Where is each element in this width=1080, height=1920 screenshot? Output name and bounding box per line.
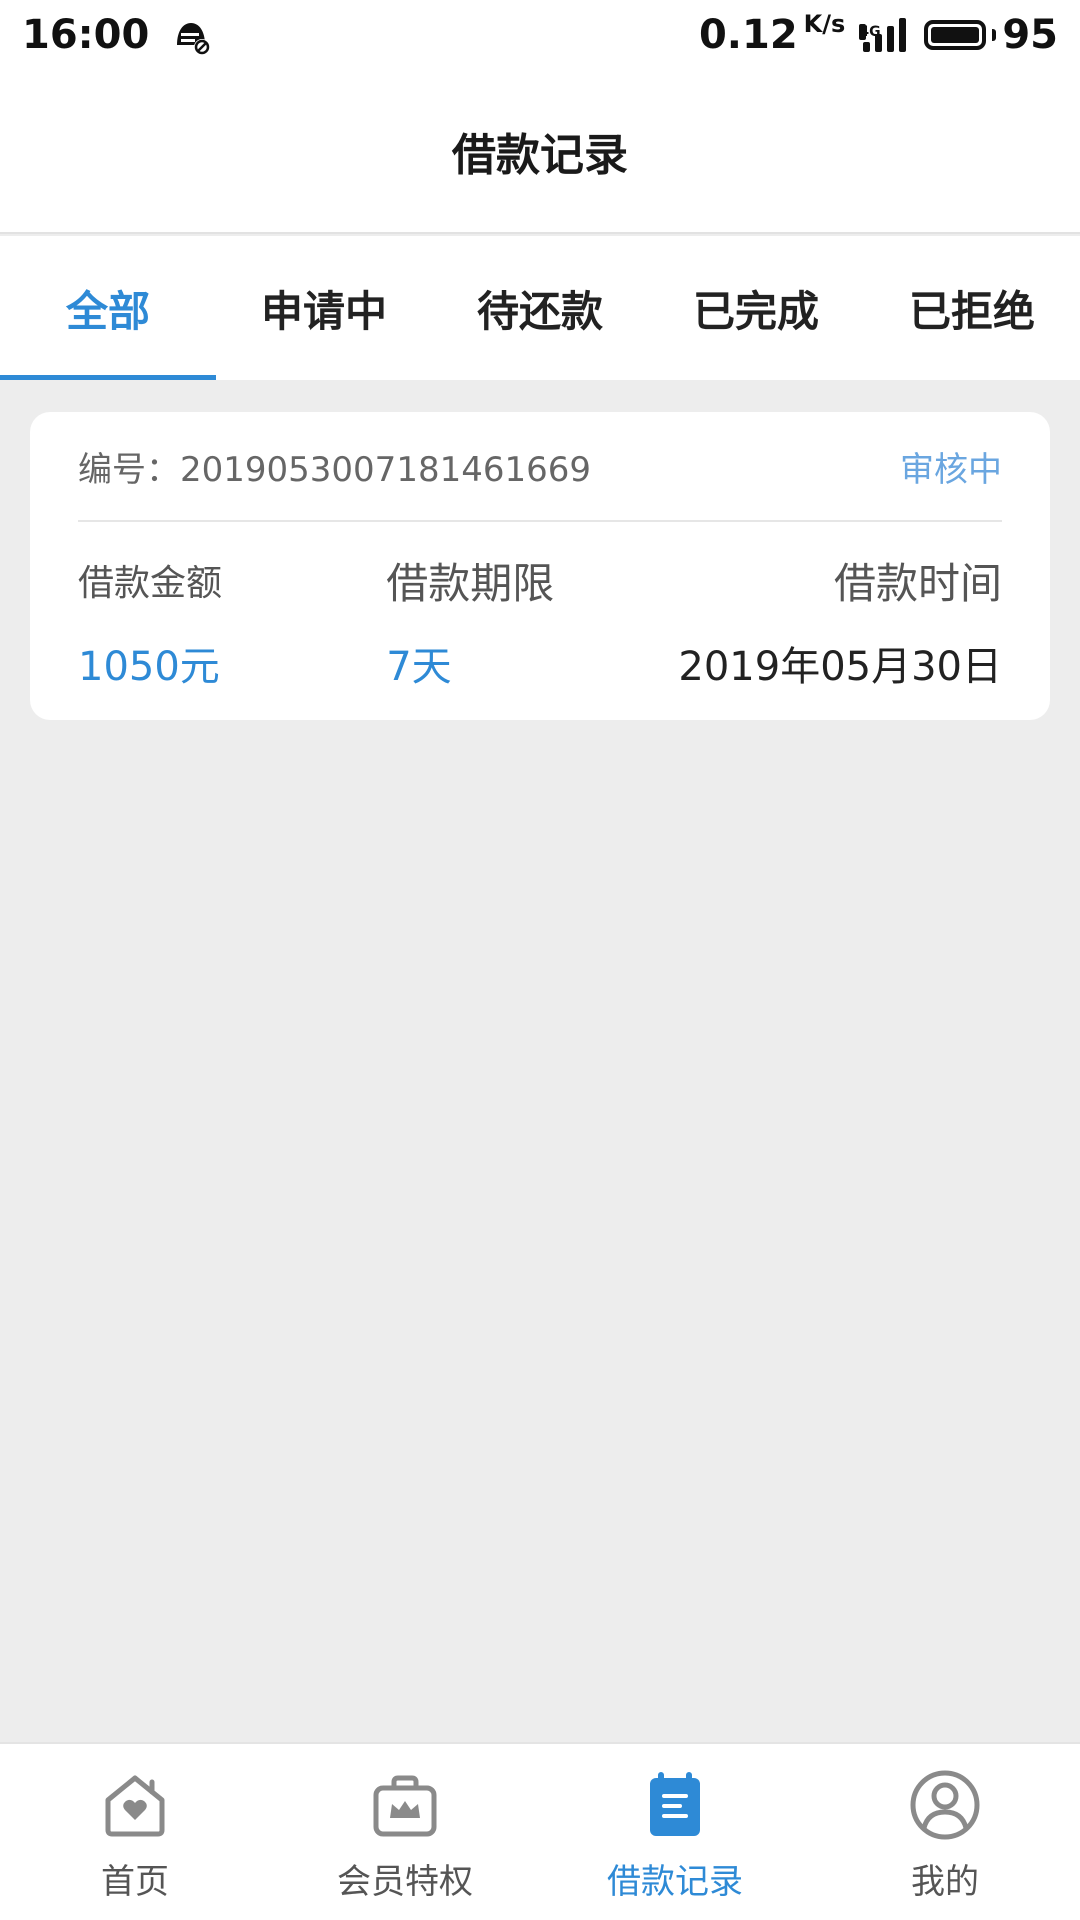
speed-unit: K/s xyxy=(803,10,846,38)
notification-app-icon xyxy=(177,23,211,55)
time-label: 借款时间 xyxy=(833,558,1002,608)
home-heart-icon xyxy=(105,1775,165,1837)
bottom-navigation: 首页 会员特权 借款记录 我的 xyxy=(0,1742,1080,1920)
nav-label-home: 首页 xyxy=(101,1862,169,1902)
tab-pending-repayment[interactable]: 待还款 xyxy=(432,236,648,380)
signal-strength-icon: 4G xyxy=(859,18,907,52)
amount-value: 1050元 xyxy=(78,644,220,690)
network-type: 4G xyxy=(859,24,881,40)
battery-indicator: 95 xyxy=(924,12,1058,58)
card-header: 编号：2019053007181461669 审核中 xyxy=(78,412,1002,522)
amount-label: 借款金额 xyxy=(78,563,223,604)
nav-label-mine: 我的 xyxy=(911,1862,979,1902)
order-number-value: 2019053007181461669 xyxy=(180,449,592,490)
network-speed: 0.12 K/s xyxy=(698,10,846,58)
member-crown-bag-icon xyxy=(373,1775,437,1837)
battery-level: 95 xyxy=(1002,12,1058,58)
order-number-label: 编号： xyxy=(78,449,180,490)
nav-item-mine[interactable]: 我的 xyxy=(810,1744,1080,1920)
tab-all[interactable]: 全部 xyxy=(0,236,216,380)
filter-tabs: 全部 申请中 待还款 已完成 已拒绝 xyxy=(0,236,1080,380)
tab-rejected[interactable]: 已拒绝 xyxy=(864,236,1080,380)
card-body: 借款金额 1050元 借款期限 7天 借款时间 2019年05月30日 xyxy=(78,522,1002,692)
page-title: 借款记录 xyxy=(452,130,628,181)
nav-label-member: 会员特权 xyxy=(337,1862,473,1902)
order-number: 编号：2019053007181461669 xyxy=(78,442,591,491)
nav-label-loan-records: 借款记录 xyxy=(607,1862,743,1902)
time-value: 2019年05月30日 xyxy=(678,644,1002,690)
nav-item-home[interactable]: 首页 xyxy=(0,1744,270,1920)
status-left: 16:00 xyxy=(22,12,211,58)
term-value: 7天 xyxy=(386,644,452,690)
nav-item-member[interactable]: 会员特权 xyxy=(270,1744,540,1920)
page-header: 借款记录 xyxy=(0,70,1080,234)
loan-record-card[interactable]: 编号：2019053007181461669 审核中 借款金额 1050元 借款… xyxy=(30,412,1050,720)
tab-completed[interactable]: 已完成 xyxy=(648,236,864,380)
user-profile-icon xyxy=(910,1770,980,1840)
document-list-icon xyxy=(650,1772,700,1836)
term-column: 借款期限 7天 xyxy=(346,552,554,692)
tab-applying[interactable]: 申请中 xyxy=(216,236,432,380)
nav-item-loan-records[interactable]: 借款记录 xyxy=(540,1744,810,1920)
speed-value: 0.12 xyxy=(698,12,798,58)
status-bar: 16:00 0.12 K/s 4G 95 xyxy=(0,0,1080,70)
time-column: 借款时间 2019年05月30日 xyxy=(678,552,1002,692)
status-badge: 审核中 xyxy=(900,449,1002,490)
amount-column: 借款金额 1050元 xyxy=(78,552,222,692)
status-right: 0.12 K/s 4G 95 xyxy=(698,10,1058,58)
term-label: 借款期限 xyxy=(386,558,555,608)
status-time: 16:00 xyxy=(22,12,150,58)
battery-icon xyxy=(924,20,987,50)
